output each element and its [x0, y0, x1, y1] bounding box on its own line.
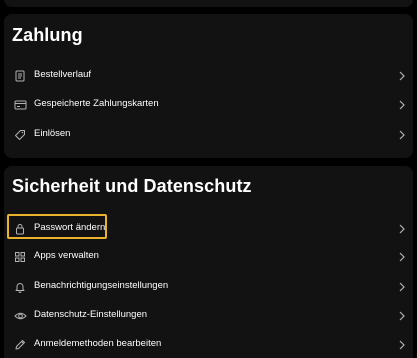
order-history-label: Bestellverlauf: [34, 69, 92, 80]
change-password-label: Passwort ändern: [34, 222, 106, 233]
tag-icon: [12, 127, 28, 143]
privacy-settings-item[interactable]: Datenschutz-Einstellungen: [4, 301, 413, 331]
saved-payment-cards-label: Gespeicherte Zahlungskarten: [34, 98, 159, 109]
chevron-right-icon: [397, 99, 407, 111]
redeem-label: Einlösen: [34, 128, 71, 139]
payment-section: Zahlung Bestellverlauf Gespeicherte Zahl…: [4, 14, 413, 158]
eye-icon: [12, 308, 28, 324]
chevron-right-icon: [397, 251, 407, 263]
pencil-icon: [12, 337, 28, 353]
notification-settings-item[interactable]: Benachrichtigungseinstellungen: [4, 272, 413, 302]
chevron-right-icon: [397, 339, 407, 351]
chevron-right-icon: [397, 281, 407, 293]
lock-icon: [12, 221, 28, 237]
manage-apps-item[interactable]: Apps verwalten: [4, 242, 413, 272]
notification-settings-label: Benachrichtigungseinstellungen: [34, 280, 169, 291]
apps-grid-icon: [12, 249, 28, 265]
order-history-item[interactable]: Bestellverlauf: [4, 61, 413, 91]
security-privacy-section: Sicherheit und Datenschutz Passwort ände…: [4, 166, 413, 358]
chevron-right-icon: [397, 310, 407, 322]
privacy-settings-label: Datenschutz-Einstellungen: [34, 309, 148, 320]
edit-login-methods-item[interactable]: Anmeldemethoden bearbeiten: [4, 330, 413, 358]
chevron-right-icon: [397, 129, 407, 141]
previous-section-card: [4, 0, 413, 7]
chevron-right-icon: [397, 223, 407, 235]
bell-icon: [12, 279, 28, 295]
redeem-item[interactable]: Einlösen: [4, 120, 413, 150]
saved-payment-cards-item[interactable]: Gespeicherte Zahlungskarten: [4, 90, 413, 120]
receipt-icon: [12, 68, 28, 84]
chevron-right-icon: [397, 70, 407, 82]
security-section-title: Sicherheit und Datenschutz: [12, 176, 252, 196]
manage-apps-label: Apps verwalten: [34, 250, 99, 261]
credit-card-icon: [12, 97, 28, 113]
edit-login-methods-label: Anmeldemethoden bearbeiten: [34, 338, 162, 349]
change-password-item[interactable]: Passwort ändern: [4, 214, 413, 244]
payment-section-title: Zahlung: [12, 25, 83, 45]
